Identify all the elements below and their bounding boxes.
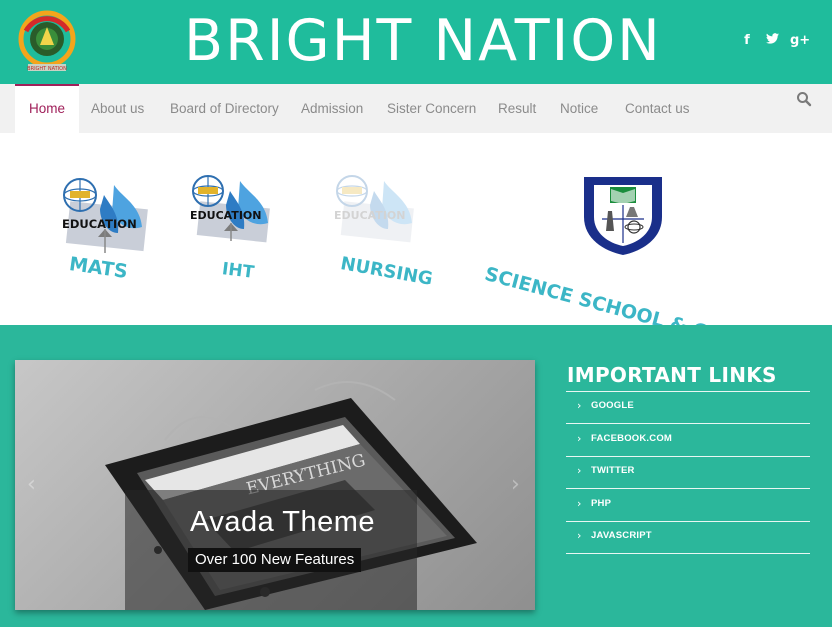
- nav-item-about-us[interactable]: About us: [91, 84, 144, 133]
- nav-item-notice[interactable]: Notice: [560, 84, 598, 133]
- link-label[interactable]: JAVASCRIPT: [591, 530, 652, 541]
- google-plus-icon[interactable]: g+: [790, 33, 810, 48]
- nav-item-contact-us[interactable]: Contact us: [625, 84, 690, 133]
- link-twitter[interactable]: › TWITTER: [566, 456, 810, 489]
- caption-mats[interactable]: MATS: [68, 253, 129, 283]
- slider-prev-arrow[interactable]: ‹: [27, 472, 36, 497]
- site-header: BRIGHT NATION BRIGHT NATION f g+: [0, 0, 832, 84]
- slide-subtitle: Over 100 New Features: [188, 548, 362, 572]
- nav-item-result[interactable]: Result: [498, 84, 536, 133]
- main-content: EVERYTHING ‹ › Avada Theme Over 100 New …: [0, 325, 832, 627]
- chevron-right-icon: ›: [577, 399, 582, 412]
- link-label[interactable]: GOOGLE: [591, 400, 634, 411]
- hero-slider[interactable]: EVERYTHING ‹ › Avada Theme Over 100 New …: [15, 360, 535, 610]
- institution-iht[interactable]: EDUCATION: [190, 175, 280, 255]
- badge-label: EDUCATION: [190, 209, 262, 222]
- twitter-icon[interactable]: [765, 33, 779, 48]
- nav-item-admission[interactable]: Admission: [301, 84, 363, 133]
- site-title: BRIGHT NATION: [184, 8, 662, 74]
- main-nav: Home About us Board of Directory Admissi…: [0, 84, 832, 133]
- link-facebook[interactable]: › FACEBOOK.COM: [566, 424, 810, 457]
- institutions-strip: EDUCATION MATS EDUCATION IHT EDUCATION N…: [0, 133, 832, 365]
- science-school-shield-icon[interactable]: [578, 171, 668, 257]
- link-php[interactable]: › PHP: [566, 489, 810, 522]
- institution-mats[interactable]: EDUCATION: [60, 175, 150, 255]
- social-links: f g+: [740, 33, 810, 48]
- facebook-icon[interactable]: f: [740, 33, 754, 48]
- caption-iht[interactable]: IHT: [221, 259, 255, 283]
- nav-item-board-of-directory[interactable]: Board of Directory: [170, 84, 279, 133]
- badge-label: EDUCATION: [334, 209, 406, 222]
- chevron-right-icon: ›: [577, 529, 582, 542]
- badge-label: EDUCATION: [62, 217, 137, 231]
- link-label[interactable]: FACEBOOK.COM: [591, 433, 672, 444]
- search-icon[interactable]: [796, 91, 812, 107]
- bright-nation-logo[interactable]: BRIGHT NATION: [14, 9, 80, 73]
- svg-text:BRIGHT NATION: BRIGHT NATION: [27, 66, 67, 72]
- nav-item-home[interactable]: Home: [15, 84, 80, 133]
- link-google[interactable]: › GOOGLE: [566, 391, 810, 424]
- link-javascript[interactable]: › JAVASCRIPT: [566, 521, 810, 554]
- nav-item-sister-concern[interactable]: Sister Concern: [387, 84, 476, 133]
- chevron-right-icon: ›: [577, 497, 582, 510]
- important-links-title: IMPORTANT LINKS: [567, 363, 777, 387]
- link-label[interactable]: TWITTER: [591, 465, 635, 476]
- institution-nursing[interactable]: EDUCATION: [334, 175, 424, 255]
- chevron-right-icon: ›: [577, 464, 582, 477]
- slide-title: Avada Theme: [190, 506, 375, 538]
- link-label[interactable]: PHP: [591, 498, 611, 509]
- chevron-right-icon: ›: [577, 432, 582, 445]
- caption-nursing[interactable]: NURSING: [339, 253, 434, 290]
- slider-next-arrow[interactable]: ›: [511, 472, 520, 497]
- education-badge-icon: [63, 178, 148, 253]
